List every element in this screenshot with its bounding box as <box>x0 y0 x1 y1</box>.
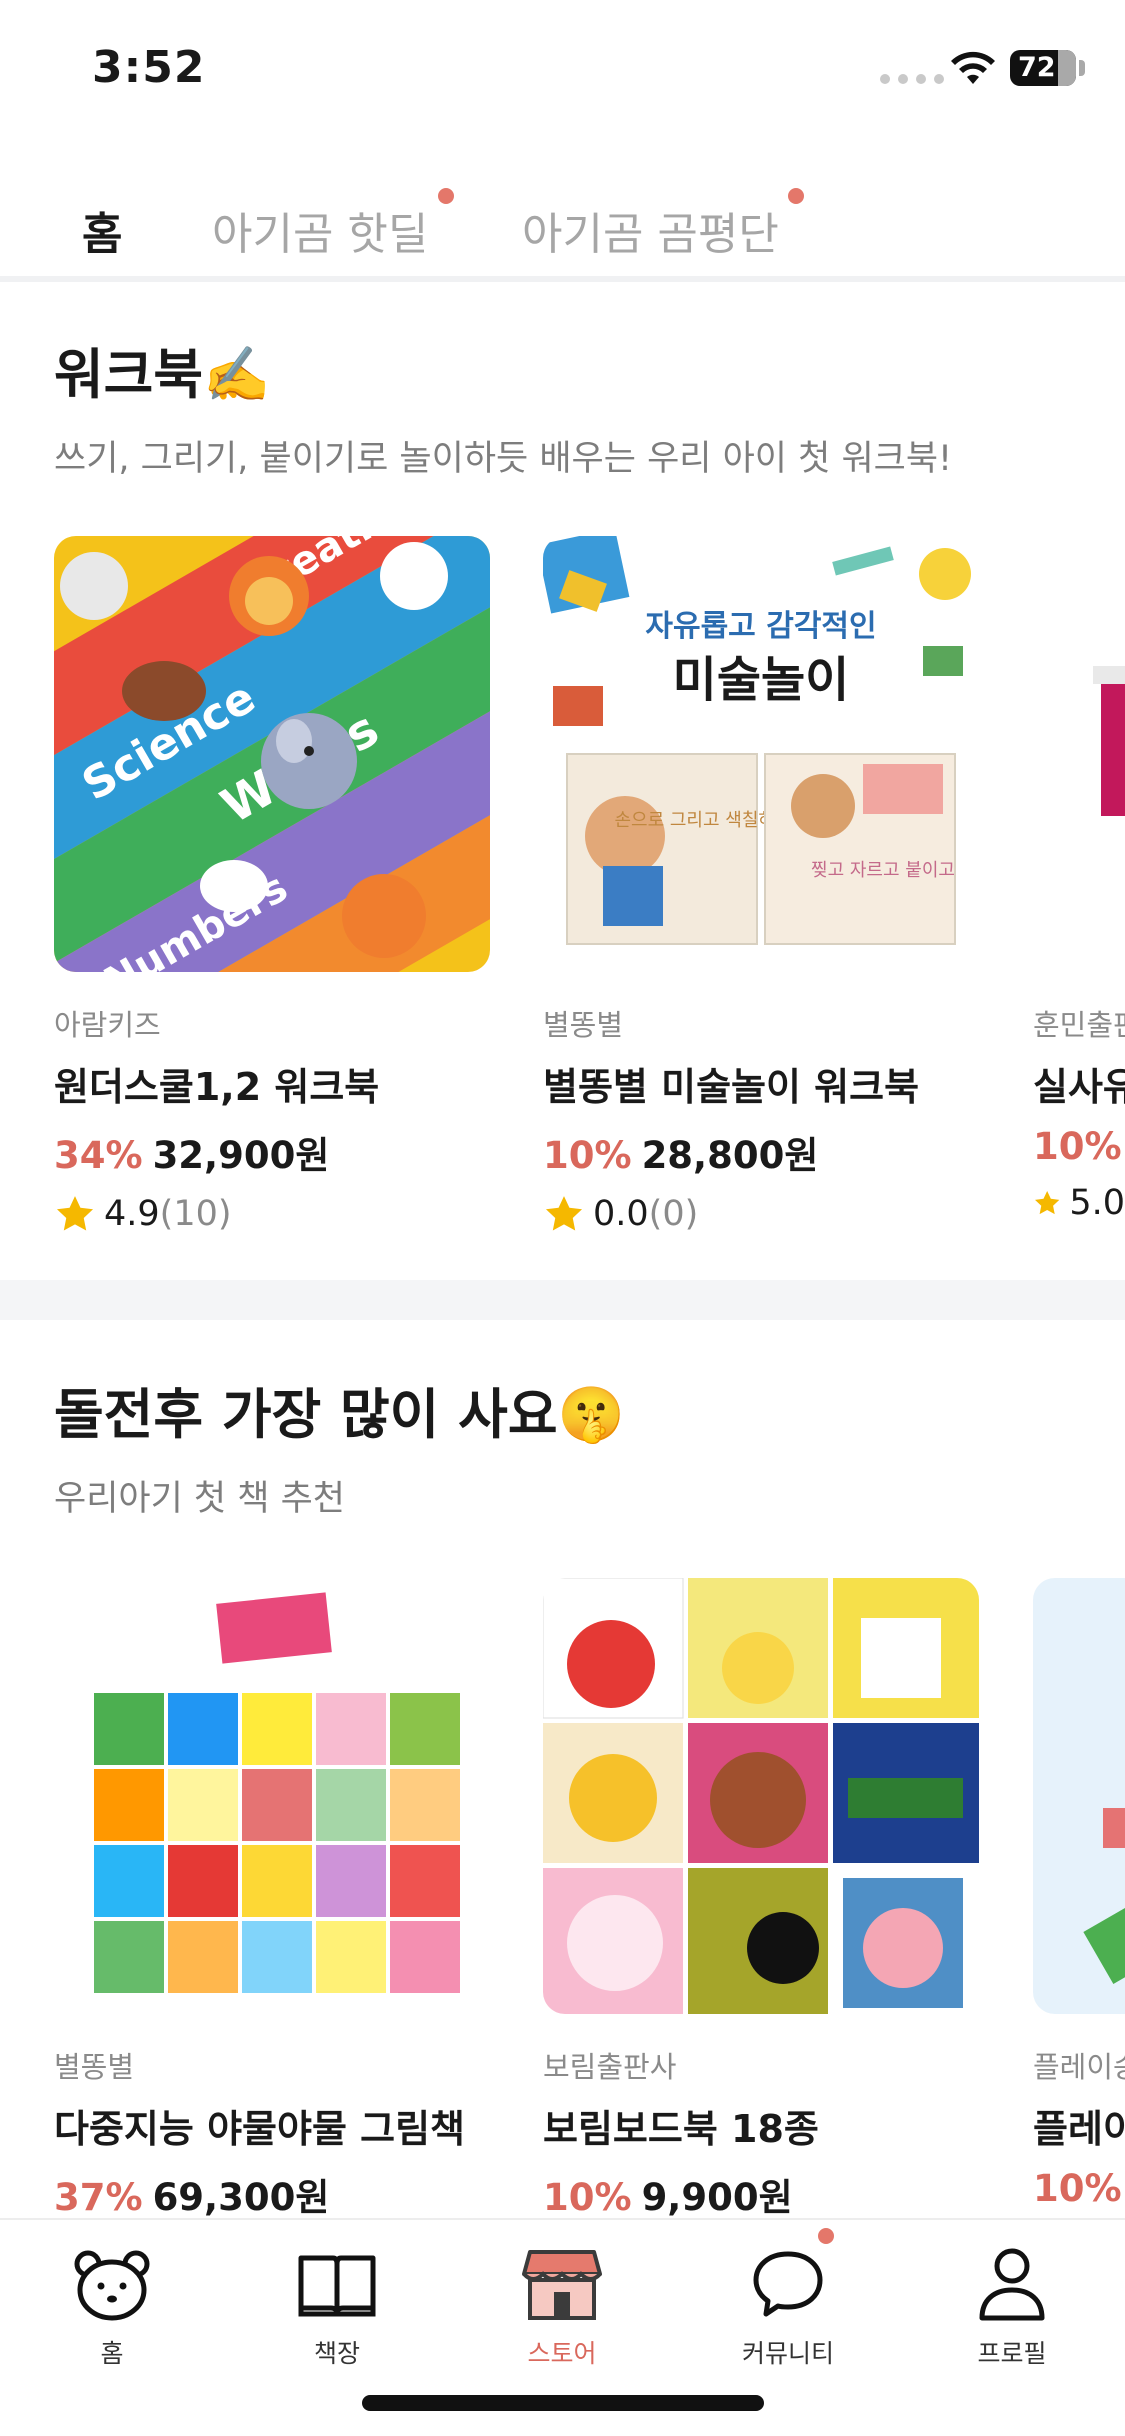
product-image: 자유롭고 감각적인 미술놀이 손으로 그리고 색칠하고 찢고 자르고 붙이고 <box>543 536 979 972</box>
product-title: 플레이 <box>1033 2107 1125 2151</box>
product-title: 실사유 <box>1033 1065 1125 1109</box>
nav-profile-label: 프로필 <box>977 2339 1047 2368</box>
product-title: 원더스쿨1,2 워크북 <box>54 1065 380 1109</box>
rating-score: 5.0 <box>1069 1183 1125 1223</box>
product-image <box>1033 536 1125 972</box>
popular-section-subtitle: 우리아기 첫 책 추천 <box>54 1479 345 1519</box>
nav-profile[interactable]: 프로필 <box>932 2244 1092 2370</box>
product-publisher: 플레이송 <box>1033 2050 1125 2084</box>
product-card[interactable]: 별똥별 다중지능 야물야물 그림책 37% 69,300원 <box>54 1578 490 2221</box>
tab-hot-deal-label: 아기곰 핫딜 <box>212 209 429 260</box>
discount-rate: 34% <box>54 1134 143 1177</box>
nav-home[interactable]: 홈 <box>32 2244 192 2370</box>
battery-icon: 72 <box>1010 50 1076 86</box>
rating-score: 0.0 <box>593 1194 649 1234</box>
product-price: 10% <box>1033 2167 1125 2210</box>
discount-rate: 10% <box>1033 2167 1122 2210</box>
tab-hot-deal-new-dot <box>438 188 454 204</box>
discount-rate: 10% <box>1033 1125 1122 1168</box>
cellular-signal-icon <box>880 74 944 84</box>
product-rating: 5.0 <box>1033 1182 1125 1224</box>
tab-review-group-label: 아기곰 곰평단 <box>522 209 779 260</box>
nav-community-label: 커뮤니티 <box>741 2339 834 2368</box>
tab-divider <box>0 276 1125 282</box>
product-publisher: 별똥별 <box>54 2050 135 2084</box>
nav-community[interactable]: 커뮤니티 <box>708 2244 868 2370</box>
star-icon <box>1035 1190 1060 1215</box>
product-card[interactable]: 보림출판사 보림보드북 18종 10% 9,900원 <box>543 1578 979 2221</box>
discount-rate: 10% <box>543 1134 632 1177</box>
product-image <box>54 1578 490 2014</box>
product-publisher: 보림출판사 <box>543 2050 677 2084</box>
product-price: 10% 9,900원 <box>543 2167 979 2221</box>
person-icon <box>979 2248 1045 2321</box>
tab-review-group[interactable]: 아기곰 곰평단 <box>522 198 779 262</box>
sale-price: 32,900원 <box>152 1134 330 1177</box>
popular-section-title: 돌전후 가장 많이 사요🤫 <box>54 1383 625 1446</box>
store-top-tabs: 홈 아기곰 핫딜 아기곰 곰평단 <box>0 180 1125 280</box>
tab-review-group-new-dot <box>788 188 804 204</box>
product-price: 10% 28,800원 <box>543 1125 979 1179</box>
product-title: 다중지능 야물야물 그림책 <box>54 2107 466 2151</box>
star-icon <box>545 1196 583 1231</box>
store-icon <box>522 2250 602 2320</box>
home-indicator <box>362 2395 764 2411</box>
product-price: 10% <box>1033 1125 1125 1168</box>
section-divider <box>0 1280 1125 1320</box>
nav-store-label: 스토어 <box>527 2339 597 2368</box>
community-new-dot <box>818 2228 834 2244</box>
star-icon <box>56 1196 94 1231</box>
nav-bookshelf[interactable]: 책장 <box>257 2244 417 2370</box>
product-publisher: 별똥별 <box>543 1008 624 1042</box>
product-card[interactable]: Science Creativity Words Numbers 아람키즈 원더… <box>54 536 490 1235</box>
product-title: 보림보드북 18종 <box>543 2107 819 2151</box>
nav-home-label: 홈 <box>100 2339 124 2368</box>
status-time: 3:52 <box>92 42 206 93</box>
nav-store[interactable]: 스토어 <box>482 2244 642 2370</box>
sale-price: 9,900원 <box>641 2176 793 2219</box>
tab-home-label: 홈 <box>82 209 123 260</box>
product-price: 37% 69,300원 <box>54 2167 490 2221</box>
product-title: 별똥별 미술놀이 워크북 <box>543 1065 920 1109</box>
product-image: Science Creativity Words Numbers <box>54 536 490 972</box>
review-count: (10) <box>159 1194 232 1234</box>
discount-rate: 10% <box>543 2176 632 2219</box>
status-bar: 3:52 72 <box>0 0 1125 140</box>
bear-icon <box>74 2250 150 2321</box>
workbook-section-title: 워크북✍️ <box>54 343 271 406</box>
product-publisher: 훈민출판 <box>1033 1008 1125 1042</box>
discount-rate: 37% <box>54 2176 143 2219</box>
product-rating: 4.9 (10) <box>54 1193 490 1235</box>
product-image <box>1033 1578 1125 2014</box>
product-card[interactable]: 훈민출판 실사유 10% 5.0 <box>1033 536 1125 1224</box>
product-card[interactable]: 플레이송 플레이 10% <box>1033 1578 1125 2210</box>
cover-heading-line2: 미술놀이 <box>673 652 850 708</box>
cover-book-2-title: 찢고 자르고 붙이고 <box>811 860 955 881</box>
book-icon <box>298 2255 376 2317</box>
product-rating: 0.0 (0) <box>543 1193 979 1235</box>
sale-price: 69,300원 <box>152 2176 330 2219</box>
wifi-icon <box>951 51 995 84</box>
product-publisher: 아람키즈 <box>54 1008 161 1042</box>
product-price: 34% 32,900원 <box>54 1125 490 1179</box>
nav-bookshelf-label: 책장 <box>313 2339 360 2368</box>
product-card[interactable]: 자유롭고 감각적인 미술놀이 손으로 그리고 색칠하고 찢고 자르고 붙이고 별… <box>543 536 979 1235</box>
workbook-section-subtitle: 쓰기, 그리기, 붙이기로 놀이하듯 배우는 우리 아이 첫 워크북! <box>54 439 953 479</box>
chat-icon <box>753 2251 823 2317</box>
tab-home[interactable]: 홈 <box>82 198 122 262</box>
rating-score: 4.9 <box>104 1194 160 1234</box>
battery-level: 72 <box>1018 52 1056 83</box>
sale-price: 28,800원 <box>641 1134 819 1177</box>
cover-heading-line1: 자유롭고 감각적인 <box>645 609 876 644</box>
review-count: (0) <box>648 1194 699 1234</box>
tab-hot-deal[interactable]: 아기곰 핫딜 <box>212 198 428 262</box>
product-image <box>543 1578 979 2014</box>
